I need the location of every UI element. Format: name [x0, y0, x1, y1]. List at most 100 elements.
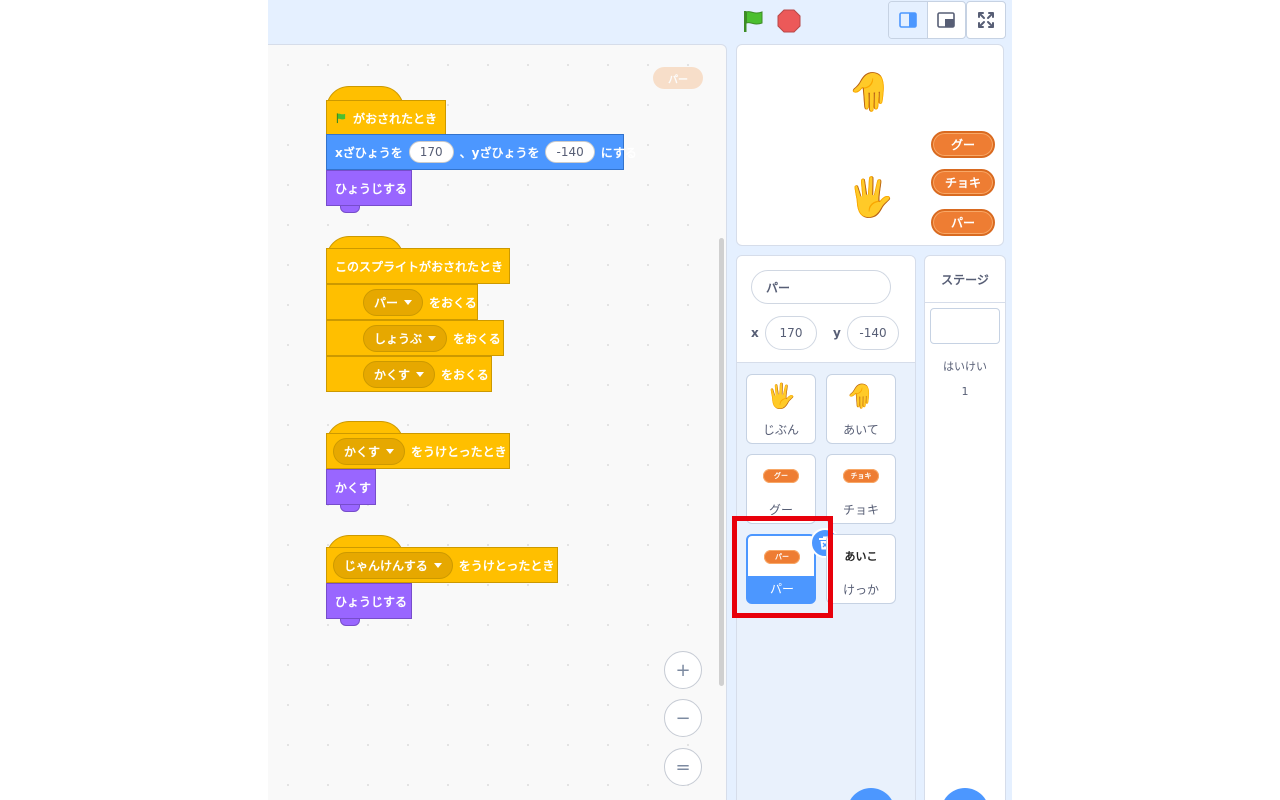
- stage-button-gu[interactable]: グー: [931, 131, 995, 158]
- code-workspace[interactable]: パー がおされたとき xざひょうを 170 、yざひょうを -140 にする ひ…: [268, 44, 727, 800]
- button-icon: グー: [747, 461, 815, 491]
- block-label: かくす: [335, 480, 372, 495]
- sprite-info: パー x 170 y -140: [737, 256, 915, 363]
- x-field[interactable]: 170: [765, 316, 817, 350]
- sprite-tile[interactable]: ✋ あいて: [826, 374, 896, 444]
- dropdown-value: パー: [374, 295, 399, 310]
- message-dropdown[interactable]: パー: [363, 288, 424, 316]
- backdrop-thumbnail: [930, 308, 1000, 344]
- block-label: このスプライトがおされたとき: [335, 259, 504, 274]
- thumb-text: チョキ: [843, 469, 879, 483]
- sprite-watermark: パー: [653, 67, 703, 89]
- fullscreen-icon: [978, 12, 994, 28]
- fullscreen-button[interactable]: [966, 1, 1006, 39]
- dropdown-value: かくす: [374, 367, 411, 382]
- sprite-label: チョキ: [842, 503, 879, 517]
- block-label: ひょうじする: [335, 181, 408, 196]
- sprite-label: けっか: [842, 583, 879, 597]
- when-receive-block[interactable]: じゃんけんする をうけとったとき: [326, 547, 558, 583]
- x-label: x: [751, 326, 759, 340]
- workspace-scrollbar[interactable]: [719, 238, 724, 686]
- sprite-tile[interactable]: グー グー: [746, 454, 816, 524]
- chevron-down-icon: [404, 299, 413, 305]
- sprite-tile[interactable]: チョキ チョキ: [826, 454, 896, 524]
- block-label: 、yざひょうを: [459, 145, 540, 160]
- show-block[interactable]: ひょうじする: [326, 583, 412, 619]
- zoom-out-icon: −: [675, 707, 691, 729]
- thumb-text: グー: [763, 469, 799, 483]
- choose-sprite-button[interactable]: [847, 788, 895, 800]
- selection-highlight-box: [732, 516, 833, 618]
- dropdown-value: じゃんけんする: [344, 558, 428, 573]
- x-input[interactable]: 170: [408, 141, 454, 163]
- stage-button-choki[interactable]: チョキ: [931, 169, 995, 196]
- goto-xy-block[interactable]: xざひょうを 170 、yざひょうを -140 にする: [326, 134, 637, 170]
- hand-icon: 🖐: [847, 175, 895, 219]
- button-icon: チョキ: [827, 461, 895, 491]
- sprite-name-field[interactable]: パー: [751, 270, 891, 304]
- block-label: をおくる: [441, 367, 489, 382]
- stop-icon[interactable]: [776, 8, 802, 34]
- large-stage-icon: [937, 12, 956, 28]
- hide-block[interactable]: かくす: [326, 469, 376, 505]
- hand-down-icon: ✋: [847, 70, 895, 114]
- backdrops-label: はいけい: [943, 360, 987, 373]
- sprite-tile[interactable]: あいこ けっか: [826, 534, 896, 604]
- green-flag-icon[interactable]: [740, 8, 766, 34]
- dropdown-value: かくす: [344, 444, 381, 459]
- show-block[interactable]: ひょうじする: [326, 170, 412, 206]
- stage-target-pane[interactable]: ステージ はいけい 1: [924, 255, 1006, 800]
- hand-down-icon: ✋: [846, 382, 876, 410]
- block-notch: [340, 618, 360, 626]
- dropdown-value: しょうぶ: [374, 331, 423, 346]
- stage-size-toggle: [888, 1, 966, 39]
- chevron-down-icon: [416, 371, 425, 377]
- when-sprite-clicked-block[interactable]: このスプライトがおされたとき: [326, 248, 510, 284]
- stage-canvas[interactable]: ✋ 🖐 グー チョキ パー: [736, 44, 1004, 246]
- block-label: をうけとったとき: [458, 558, 555, 573]
- y-field[interactable]: -140: [847, 316, 899, 350]
- when-receive-block[interactable]: かくす をうけとったとき: [326, 433, 510, 469]
- green-flag-icon: [336, 113, 346, 124]
- block-label: をうけとったとき: [411, 444, 507, 459]
- block-label: がおされたとき: [352, 111, 437, 126]
- zoom-in-button[interactable]: +: [664, 651, 702, 689]
- chevron-down-icon: [428, 335, 437, 341]
- broadcast-block[interactable]: パー をおくる: [326, 284, 478, 320]
- sprite-label: じぶん: [762, 423, 799, 437]
- block-notch: [340, 504, 360, 512]
- message-dropdown[interactable]: しょうぶ: [363, 324, 448, 352]
- y-input[interactable]: -140: [545, 141, 595, 163]
- block-label: をおくる: [429, 295, 477, 310]
- sprite-tile[interactable]: 🖐 じぶん: [746, 374, 816, 444]
- small-stage-icon: [898, 12, 917, 28]
- block-label: ひょうじする: [335, 594, 408, 609]
- block-label: をおくる: [453, 331, 501, 346]
- zoom-in-icon: +: [675, 659, 691, 681]
- block-notch: [340, 205, 360, 213]
- message-dropdown[interactable]: かくす: [333, 437, 406, 465]
- hand-icon: 🖐: [766, 382, 796, 410]
- backdrops-count: 1: [961, 385, 969, 398]
- zoom-reset-button[interactable]: =: [664, 748, 702, 786]
- small-stage-button[interactable]: [889, 2, 927, 38]
- zoom-out-button[interactable]: −: [664, 699, 702, 737]
- large-stage-button[interactable]: [926, 2, 966, 38]
- chevron-down-icon: [386, 448, 395, 454]
- when-flag-clicked-block[interactable]: がおされたとき: [326, 100, 446, 136]
- stage-header-bar: [268, 0, 1012, 44]
- broadcast-block[interactable]: かくす をおくる: [326, 356, 492, 392]
- message-dropdown[interactable]: じゃんけんする: [333, 551, 453, 579]
- chevron-down-icon: [433, 562, 442, 568]
- stage-button-pa[interactable]: パー: [931, 209, 995, 236]
- scratch-editor: パー がおされたとき xざひょうを 170 、yざひょうを -140 にする ひ…: [268, 0, 1012, 800]
- stage-pane-header: ステージ: [925, 256, 1005, 303]
- broadcast-block[interactable]: しょうぶ をおくる: [326, 320, 504, 356]
- y-label: y: [833, 326, 841, 340]
- zoom-reset-icon: =: [675, 756, 691, 778]
- choose-backdrop-button[interactable]: [941, 788, 989, 800]
- text-thumbnail: あいこ: [844, 550, 878, 563]
- block-label: xざひょうを: [335, 145, 403, 160]
- message-dropdown[interactable]: かくす: [363, 360, 436, 388]
- sprite-label: あいて: [843, 423, 879, 437]
